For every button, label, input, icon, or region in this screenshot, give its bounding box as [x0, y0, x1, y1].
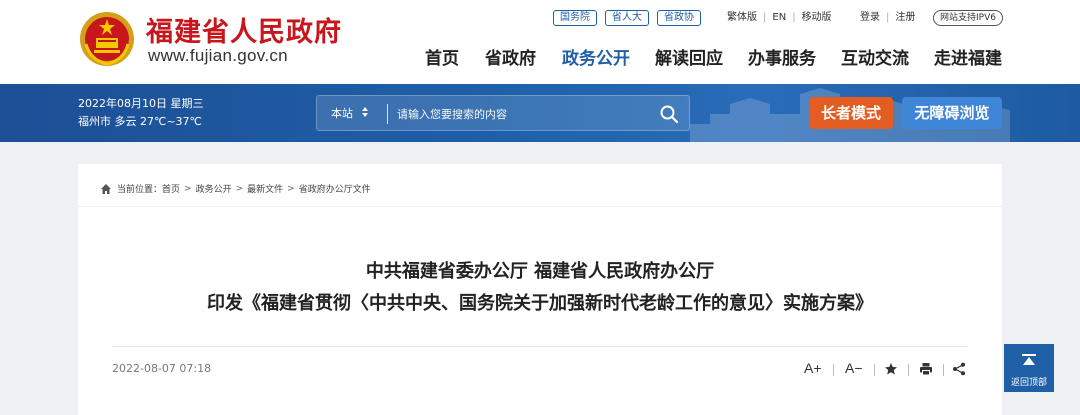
breadcrumb: 当前位置： 首页 > 政务公开 > 最新文件 > 省政府办公厅文件	[100, 182, 371, 195]
current-date: 2022年08月10日 星期三	[78, 97, 204, 110]
breadcrumb-home[interactable]: 首页	[162, 182, 180, 195]
search-input[interactable]	[397, 102, 637, 126]
site-header: 福建省人民政府 www.fujian.gov.cn 国务院 省人大 省政协 繁体…	[0, 0, 1080, 84]
search-scope-select[interactable]: 本站	[331, 105, 353, 121]
breadcrumb-separator: >	[287, 183, 295, 194]
divider	[78, 206, 1002, 207]
english-link[interactable]: EN	[772, 12, 786, 23]
article-toolbar: A+ A−	[78, 360, 1002, 378]
divider	[874, 364, 875, 376]
back-to-top-button[interactable]: 返回顶部	[1004, 344, 1054, 392]
article-title-line-1: 中共福建省委办公厅 福建省人民政府办公厅	[365, 261, 715, 282]
divider	[833, 364, 834, 376]
nav-home[interactable]: 首页	[425, 44, 459, 69]
home-icon	[101, 183, 111, 194]
divider	[908, 364, 909, 376]
top-banner: 2022年08月10日 星期三 福州市 多云 27℃~37℃ 本站 长者模式 无…	[0, 84, 1080, 142]
breadcrumb-government-affairs[interactable]: 政务公开	[196, 182, 232, 195]
sort-caret-icon[interactable]	[361, 104, 369, 120]
font-increase-button[interactable]: A+	[804, 360, 822, 376]
weather-info: 福州市 多云 27℃~37℃	[78, 115, 202, 128]
register-link[interactable]: 注册	[895, 12, 915, 23]
elder-mode-button[interactable]: 长者模式	[809, 97, 893, 129]
account-links: 登录 | 注册	[860, 10, 915, 26]
back-to-top-label: 返回顶部	[1010, 378, 1047, 388]
nav-interaction[interactable]: 互动交流	[841, 44, 909, 69]
breadcrumb-prefix: 当前位置：	[117, 185, 163, 195]
top-link-state-council[interactable]: 国务院	[553, 10, 597, 26]
print-icon[interactable]	[919, 362, 933, 376]
main-nav: 首页 省政府 政务公开 解读回应 办事服务 互动交流 走进福建	[0, 44, 1080, 72]
arrow-up-icon	[1022, 354, 1036, 365]
search-divider	[387, 104, 388, 124]
divider	[943, 364, 944, 376]
top-link-provincial-congress[interactable]: 省人大	[605, 10, 649, 26]
divider: |	[792, 12, 796, 23]
font-decrease-button[interactable]: A−	[845, 360, 863, 376]
nav-interpretation[interactable]: 解读回应	[655, 44, 723, 69]
share-icon[interactable]	[952, 362, 966, 376]
ipv6-badge: 网站支持IPV6	[933, 10, 1003, 26]
top-link-cppcc[interactable]: 省政协	[657, 10, 701, 26]
mobile-version-link[interactable]: 移动版	[802, 12, 832, 23]
favorite-star-icon[interactable]	[884, 362, 898, 376]
breadcrumb-office-files[interactable]: 省政府办公厅文件	[299, 182, 371, 195]
nav-provincial-government[interactable]: 省政府	[485, 44, 536, 69]
search-bar: 本站	[316, 95, 690, 131]
top-links: 国务院 省人大 省政协	[553, 10, 701, 26]
divider	[112, 346, 968, 347]
version-links: 繁体版 | EN | 移动版	[727, 10, 832, 26]
breadcrumb-separator: >	[235, 183, 244, 194]
traditional-chinese-link[interactable]: 繁体版	[727, 12, 757, 23]
breadcrumb-separator: >	[184, 183, 192, 194]
nav-about-fujian[interactable]: 走进福建	[934, 44, 1002, 69]
accessibility-button[interactable]: 无障碍浏览	[902, 97, 1002, 129]
search-icon[interactable]	[659, 104, 679, 124]
divider: |	[763, 12, 767, 23]
login-link[interactable]: 登录	[860, 12, 880, 23]
divider: |	[886, 12, 890, 23]
article-title-line-2: 印发《福建省贯彻〈中共中央、国务院关于加强新时代老龄工作的意见〉实施方案》	[207, 293, 873, 314]
nav-services[interactable]: 办事服务	[748, 44, 816, 69]
breadcrumb-latest-files[interactable]: 最新文件	[247, 182, 283, 195]
article-card: 当前位置： 首页 > 政务公开 > 最新文件 > 省政府办公厅文件 中共福建省委…	[78, 164, 1002, 415]
nav-government-affairs[interactable]: 政务公开	[562, 44, 630, 69]
